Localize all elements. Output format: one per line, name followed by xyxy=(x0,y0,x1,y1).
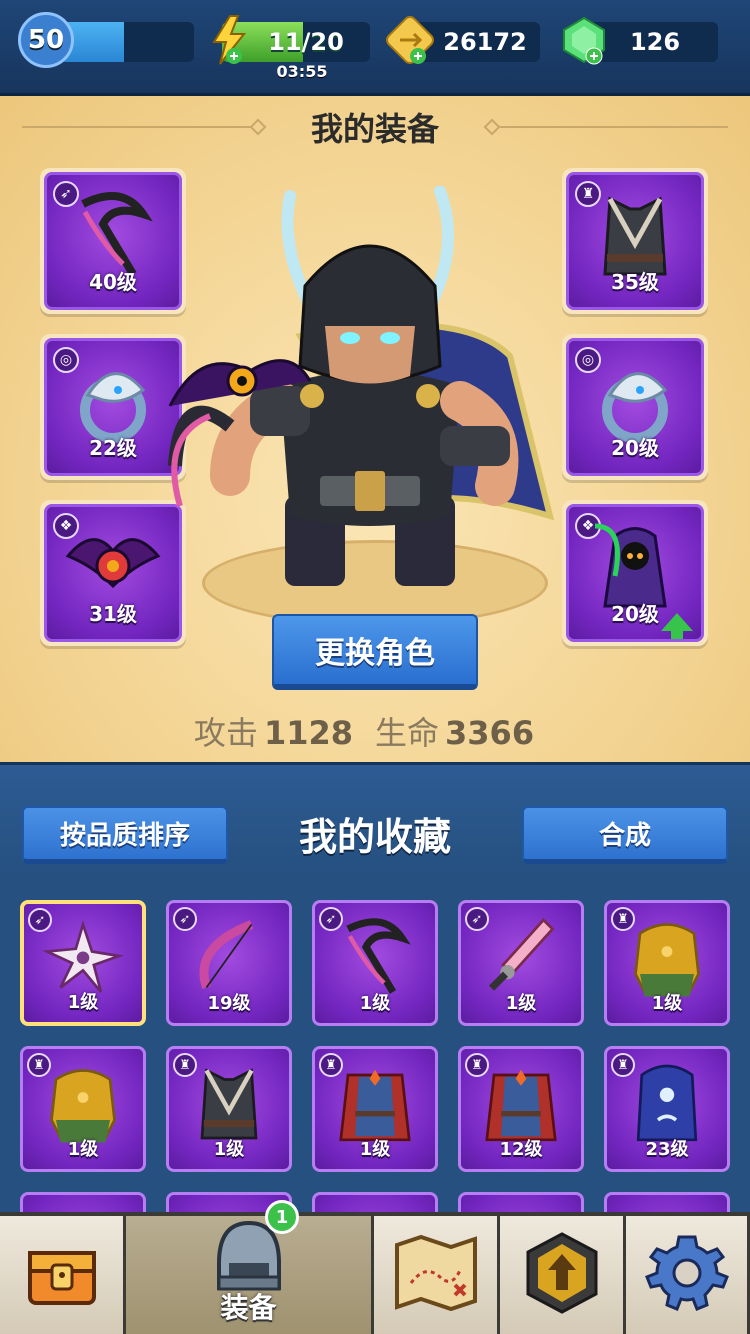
player-level-badge[interactable]: 50 xyxy=(18,12,74,68)
collection-item[interactable]: ♜ 1级 xyxy=(166,1046,292,1172)
item-level: 1级 xyxy=(359,993,391,1014)
nav-tab-equipment[interactable]: 装备 1 xyxy=(126,1200,374,1334)
energy-timer: 03:55 xyxy=(276,62,328,81)
collection-item[interactable]: ➶ 1级 xyxy=(312,900,438,1026)
hp-value: 3366 xyxy=(445,714,535,752)
change-hero-button[interactable]: 更换角色 xyxy=(272,614,478,690)
item-level: 1级 xyxy=(67,1139,99,1160)
hero-character[interactable] xyxy=(160,186,590,596)
equipment-title: 我的装备 xyxy=(310,110,439,148)
collection-item[interactable]: ♜ 12级 xyxy=(458,1046,584,1172)
player-level-text: 50 xyxy=(27,25,65,55)
collection-item[interactable]: ➶ 1级 xyxy=(20,900,146,1026)
upgrade-arrow-icon xyxy=(661,613,693,639)
collection-grid: ➶ 1级 ➶ 19级 ➶ 1级 ➶ 1级 ♜ 1级 ♜ 1级 ♜ 1级 ♜ 1级 ♜ 12级 ♜ … xyxy=(0,880,750,1214)
collection-item[interactable]: ♜ 1级 xyxy=(312,1046,438,1172)
chest-icon xyxy=(22,1233,102,1317)
item-level: 19级 xyxy=(207,993,251,1014)
map-icon xyxy=(391,1233,481,1317)
collection-item[interactable]: ➶ 1级 xyxy=(458,900,584,1026)
item-level: 1级 xyxy=(505,993,537,1014)
collection-item-partial[interactable] xyxy=(458,1192,584,1214)
gem-icon[interactable] xyxy=(558,14,610,66)
collection-item[interactable]: ♜ 1级 xyxy=(604,900,730,1026)
gold-coin-icon[interactable] xyxy=(384,14,436,66)
item-level: 1级 xyxy=(359,1139,391,1160)
merge-button[interactable]: 合成 xyxy=(522,806,728,864)
collection-item-partial[interactable] xyxy=(604,1192,730,1214)
upgrade-icon xyxy=(522,1230,602,1320)
resource-bar: 50 11/20 03:55 26172 126 xyxy=(0,0,750,96)
nav-tab-label: 装备 xyxy=(220,1291,277,1324)
hero-stats: 攻击 1128 生命 3366 xyxy=(0,708,750,754)
gear-icon xyxy=(644,1231,729,1319)
attack-value: 1128 xyxy=(263,714,353,752)
bottom-navigation: 装备 1 xyxy=(0,1200,750,1334)
xp-bar xyxy=(60,22,194,62)
collection-item-partial[interactable] xyxy=(20,1192,146,1214)
collection-item-partial[interactable] xyxy=(312,1192,438,1214)
item-level: 23级 xyxy=(645,1139,689,1160)
slot-level: 31级 xyxy=(89,602,137,626)
nav-tab-chest[interactable] xyxy=(0,1216,126,1334)
item-level: 1级 xyxy=(651,993,683,1014)
nav-tab-upgrade[interactable] xyxy=(500,1216,626,1334)
nav-tab-map[interactable] xyxy=(374,1216,500,1334)
gold-amount: 26172 xyxy=(443,28,527,56)
item-level: 12级 xyxy=(499,1139,543,1160)
energy-text: 11/20 xyxy=(268,28,344,56)
notification-badge: 1 xyxy=(265,1200,299,1234)
collection-item[interactable]: ➶ 19级 xyxy=(166,900,292,1026)
gem-amount: 126 xyxy=(629,28,681,56)
energy-icon[interactable] xyxy=(204,14,256,66)
hp-label: 生命 xyxy=(375,714,440,752)
item-level: 1级 xyxy=(213,1139,245,1160)
collection-item[interactable]: ♜ 23级 xyxy=(604,1046,730,1172)
item-level: 1级 xyxy=(67,992,99,1013)
attack-label: 攻击 xyxy=(193,714,258,752)
nav-tab-settings[interactable] xyxy=(626,1216,750,1334)
collection-item[interactable]: ♜ 1级 xyxy=(20,1046,146,1172)
